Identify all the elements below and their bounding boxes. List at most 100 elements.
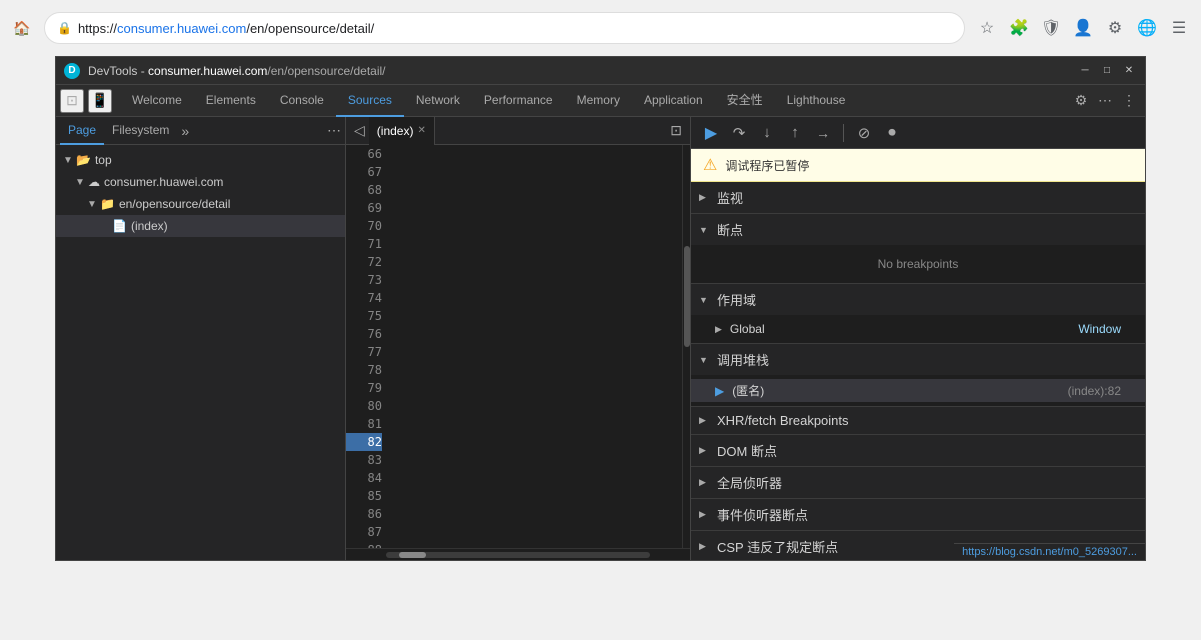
xhr-arrow: ▶ [699,415,709,426]
subtab-dots[interactable]: ⋯ [327,122,341,139]
editor-back-icon[interactable]: ◁ [350,122,369,139]
section-global-listeners: ▶ 全局侦听器 [691,467,1145,499]
shield-icon[interactable]: 🛡 [1037,14,1065,42]
section-scope-header[interactable]: ▼ 作用域 [691,284,1145,315]
tab-welcome[interactable]: Welcome [120,85,194,117]
tab-more-icon[interactable]: ⋮ [1117,89,1141,113]
subtab-filesystem[interactable]: Filesystem [104,117,177,145]
paused-notice: ⚠ 调试程序已暂停 [691,149,1145,182]
scope-title: 作用域 [717,290,756,309]
editor-filetabs: ◁ (index) ✕ ⊡ [346,117,690,145]
call-item-anon[interactable]: ▶ (匿名) (index):82 [691,379,1145,402]
subtab-page[interactable]: Page [60,117,104,145]
statusbar-url: https://blog.csdn.net/m0_5269307... [962,546,1137,558]
editor-expand-icon[interactable]: ⊡ [666,122,686,139]
section-breakpoints-header[interactable]: ▼ 断点 [691,214,1145,245]
maximize-button[interactable]: □ [1099,63,1115,79]
settings-icon[interactable]: ⚙ [1101,14,1129,42]
callstack-arrow: ▼ [699,355,709,365]
tree-arrow-path: ▼ [84,199,100,210]
scope-global-value: Window [1078,322,1121,336]
tab-memory[interactable]: Memory [565,85,632,117]
editor-hscrollbar[interactable] [346,548,690,560]
tab-console[interactable]: Console [268,85,336,117]
address-bar[interactable]: 🔒 https://consumer.huawei.com/en/opensou… [44,12,965,44]
tab-close[interactable]: ✕ [417,125,425,136]
devtools-left-panel: Page Filesystem » ⋯ ▼ 📂 top ▼ ☁ consumer… [56,117,346,560]
xhr-title: XHR/fetch Breakpoints [717,413,849,428]
line-72 [394,505,682,523]
global-listeners-arrow: ▶ [699,477,709,488]
tab-devtools-toggle[interactable]: ⊡ [60,89,84,113]
line-66 [394,181,682,199]
tab-settings-icon[interactable]: ⚙ [1069,89,1093,113]
section-global-listeners-header[interactable]: ▶ 全局侦听器 [691,467,1145,498]
tree-item-path[interactable]: ▼ 📁 en/opensource/detail [56,193,345,215]
tab-elements[interactable]: Elements [194,85,268,117]
callstack-title: 调用堆栈 [717,350,769,369]
subtab-more-icon[interactable]: » [181,123,189,139]
watch-arrow: ▶ [699,192,709,203]
browser-toolbar-icons: ☆ 🧩 🛡 👤 ⚙ 🌐 ☰ [973,14,1193,42]
section-watch-header[interactable]: ▶ 监视 [691,182,1145,213]
tab-application[interactable]: Application [632,85,715,117]
debug-stop-btn[interactable]: ⏺ [880,121,904,145]
tree-item-domain[interactable]: ▼ ☁ consumer.huawei.com [56,171,345,193]
tree-item-index[interactable]: ▶ 📄 (index) [56,215,345,237]
tab-remote-icon[interactable]: ⋯ [1093,89,1117,113]
globe-icon[interactable]: 🌐 [1133,14,1161,42]
debug-step-btn[interactable]: → [811,121,835,145]
line-71 [394,451,682,469]
tab-network[interactable]: Network [404,85,472,117]
watch-title: 监视 [717,188,743,207]
extensions-icon[interactable]: 🧩 [1005,14,1033,42]
tab-filename: (index) [377,124,414,138]
csp-title: CSP 违反了规定断点 [717,537,838,556]
debug-step-out-btn[interactable]: ↑ [783,121,807,145]
section-scope: ▼ 作用域 ▶ Global Window [691,284,1145,344]
editor-vscrollbar[interactable] [682,145,690,548]
devtools-logo: D [64,63,80,79]
section-dom-header[interactable]: ▶ DOM 断点 [691,435,1145,466]
devtools-window: D DevTools - consumer.huawei.com/en/open… [55,56,1146,561]
menu-icon[interactable]: ☰ [1165,14,1193,42]
close-button[interactable]: ✕ [1121,63,1137,79]
tree-item-top[interactable]: ▼ 📂 top [56,149,345,171]
tab-sources[interactable]: Sources [336,85,404,117]
section-event-listeners-header[interactable]: ▶ 事件侦听器断点 [691,499,1145,530]
editor-filetab-index[interactable]: (index) ✕ [369,117,435,145]
user-icon[interactable]: 👤 [1069,14,1097,42]
paused-text: 调试程序已暂停 [725,157,809,174]
line-numbers: 66 67 68 69 70 71 72 73 74 75 76 77 78 7… [346,145,386,548]
section-event-listeners: ▶ 事件侦听器断点 [691,499,1145,531]
section-breakpoints: ▼ 断点 No breakpoints [691,214,1145,284]
home-button[interactable]: 🏠 [8,14,36,42]
editor-area: ◁ (index) ✕ ⊡ 66 67 68 69 70 71 72 73 [346,117,690,560]
section-callstack: ▼ 调用堆栈 ▶ (匿名) (index):82 [691,344,1145,407]
minimize-button[interactable]: ─ [1077,63,1093,79]
debug-separator [843,124,844,142]
scope-global-item[interactable]: ▶ Global Window [691,319,1145,339]
debug-toolbar: ▶ ↷ ↓ ↑ → ⊘ ⏺ [691,117,1145,149]
bookmark-icon[interactable]: ☆ [973,14,1001,42]
no-breakpoints-text: No breakpoints [691,249,1145,279]
tab-lighthouse[interactable]: Lighthouse [775,85,858,117]
debug-deactivate-btn[interactable]: ⊘ [852,121,876,145]
tab-performance[interactable]: Performance [472,85,565,117]
tab-devtools-mobile[interactable]: 📱 [88,89,112,113]
tree-arrow-top: ▼ [60,155,76,166]
address-text: https://consumer.huawei.com/en/opensourc… [78,21,952,36]
debug-step-over-btn[interactable]: ↷ [727,121,751,145]
scope-global-arrow: ▶ [715,324,722,335]
debug-step-into-btn[interactable]: ↓ [755,121,779,145]
debug-sections: ▶ 监视 ▼ 断点 No breakpoints [691,182,1145,560]
browser-chrome: 🏠 🔒 https://consumer.huawei.com/en/opens… [0,0,1201,48]
debug-resume-btn[interactable]: ▶ [699,121,723,145]
tree-arrow-domain: ▼ [72,177,88,188]
tab-security[interactable]: 安全性 [715,85,775,117]
tree-label-path: en/opensource/detail [119,197,230,211]
global-listeners-title: 全局侦听器 [717,473,782,492]
csp-arrow: ▶ [699,541,709,552]
section-callstack-header[interactable]: ▼ 调用堆栈 [691,344,1145,375]
section-xhr-header[interactable]: ▶ XHR/fetch Breakpoints [691,407,1145,434]
